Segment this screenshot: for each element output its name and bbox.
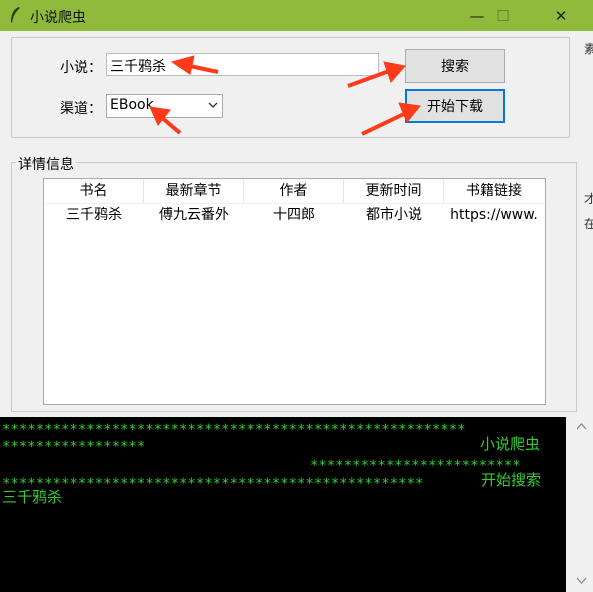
window-title: 小说爬虫 (30, 10, 86, 26)
log-line: ****************************************… (2, 422, 466, 438)
log-line: ****************************************… (2, 476, 424, 492)
details-label: 详情信息 (16, 154, 76, 174)
details-table[interactable]: 书名 最新章节 作者 更新时间 书籍链接 三千鸦杀 傅九云番外 十四郎 都市小说… (43, 178, 546, 405)
column-header-author[interactable]: 作者 (244, 179, 344, 203)
scroll-down-icon[interactable] (576, 577, 587, 584)
cell-book-link: https://www. (450, 207, 538, 223)
novel-input[interactable]: 三千鸦杀 (106, 53, 379, 76)
log-line: 三千鸦杀 (2, 488, 63, 506)
novel-label: 小说： (60, 60, 102, 76)
cell-author: 十四郎 (273, 207, 315, 223)
table-header: 书名 最新章节 作者 更新时间 书籍链接 (44, 179, 545, 204)
log-console[interactable]: ****************************************… (0, 417, 566, 592)
channel-value: EBook (110, 97, 154, 113)
chevron-down-icon (208, 102, 218, 108)
channel-select[interactable]: EBook (106, 94, 223, 118)
edge-fragment: 素 (584, 42, 593, 56)
log-line: ***************** (2, 439, 146, 455)
log-line: 小说爬虫 (480, 435, 541, 453)
maximize-button[interactable]: ☐ (480, 0, 526, 31)
console-scrollbar[interactable] (570, 417, 593, 592)
column-header-latest-chapter[interactable]: 最新章节 (144, 179, 244, 203)
cell-update-time: 都市小说 (366, 207, 422, 223)
search-button[interactable]: 搜索 (405, 49, 505, 83)
edge-fragment: 在 (584, 217, 593, 231)
title-bar[interactable]: 小说爬虫 — ☐ ✕ (0, 0, 593, 31)
log-line: 开始搜索 (481, 471, 542, 489)
cell-title: 三千鸦杀 (66, 207, 122, 223)
feather-icon (11, 7, 20, 23)
cell-latest-chapter: 傅九云番外 (159, 207, 229, 223)
table-row[interactable]: 三千鸦杀 傅九云番外 十四郎 都市小说 https://www. (44, 204, 545, 226)
channel-label: 渠道： (60, 101, 102, 117)
column-header-book-link[interactable]: 书籍链接 (444, 179, 544, 203)
scroll-up-icon[interactable] (576, 423, 587, 430)
column-header-title[interactable]: 书名 (44, 179, 144, 203)
close-button[interactable]: ✕ (538, 0, 584, 31)
start-download-button[interactable]: 开始下载 (405, 89, 505, 123)
edge-fragment: 才 (584, 192, 593, 206)
column-header-update-time[interactable]: 更新时间 (344, 179, 444, 203)
